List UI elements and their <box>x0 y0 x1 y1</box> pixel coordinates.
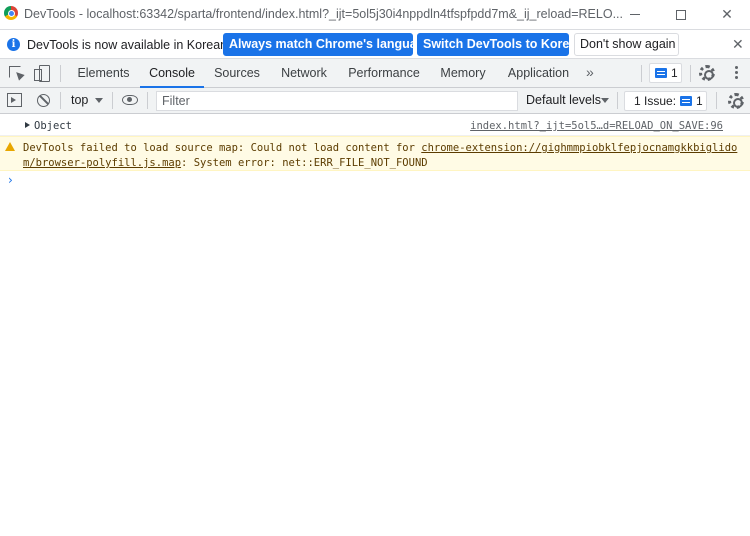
console-message-warning: DevTools failed to load source map: Coul… <box>0 136 750 171</box>
issues-count: 1 <box>671 66 678 80</box>
devtools-tab-bar: Elements Console Sources Network Perform… <box>0 59 750 88</box>
infobar-close-icon[interactable]: ✕ <box>732 36 744 53</box>
prompt-chevron-icon: › <box>8 173 13 187</box>
always-match-language-button[interactable]: Always match Chrome's language <box>223 33 431 56</box>
toolbar-divider <box>641 65 642 82</box>
info-icon: i <box>7 38 20 51</box>
chevron-down-icon <box>95 98 103 103</box>
toolbar-divider <box>617 92 618 109</box>
console-toolbar: top Default levels 1 Issue: 1 <box>0 88 750 114</box>
tab-application[interactable]: Application <box>501 59 576 88</box>
toolbar-divider <box>60 65 61 82</box>
console-message-object: Object index.html?_ijt=5ol5…d=RELOAD_ON_… <box>0 114 750 136</box>
issue-count: 1 <box>696 94 703 108</box>
tab-sources[interactable]: Sources <box>208 59 266 88</box>
warning-prefix: DevTools failed to load source map: Coul… <box>23 142 422 154</box>
title-bar: DevTools - localhost:63342/sparta/fronte… <box>0 0 750 29</box>
minimize-button[interactable] <box>612 0 658 29</box>
settings-gear-icon[interactable] <box>699 65 715 81</box>
message-icon <box>680 96 692 106</box>
minimize-icon <box>630 14 640 15</box>
chrome-logo-icon <box>4 6 18 20</box>
issues-button[interactable]: 1 Issue: 1 <box>624 91 707 111</box>
message-icon <box>655 68 667 78</box>
dont-show-again-button[interactable]: Don't show again <box>574 33 679 56</box>
tab-network[interactable]: Network <box>274 59 334 88</box>
toolbar-divider <box>690 65 691 82</box>
switch-to-korean-button[interactable]: Switch DevTools to Korean <box>417 33 584 56</box>
window-title: DevTools - localhost:63342/sparta/fronte… <box>24 7 623 21</box>
close-window-button[interactable]: ✕ <box>704 0 750 29</box>
language-infobar: i DevTools is now available in Korean! A… <box>0 29 750 59</box>
console-prompt[interactable]: › <box>0 172 750 190</box>
tab-performance[interactable]: Performance <box>343 59 425 88</box>
toolbar-divider <box>112 92 113 109</box>
tab-memory[interactable]: Memory <box>433 59 493 88</box>
context-selector[interactable]: top <box>71 93 88 107</box>
console-settings-gear-icon[interactable] <box>728 93 744 109</box>
maximize-button[interactable] <box>658 0 704 29</box>
tab-elements[interactable]: Elements <box>71 59 136 88</box>
chevron-down-icon <box>601 98 609 103</box>
eye-icon[interactable] <box>122 95 138 105</box>
issues-counter-button[interactable]: 1 <box>649 63 682 83</box>
kebab-menu-icon[interactable] <box>735 66 738 81</box>
device-toggle-icon[interactable] <box>34 65 50 82</box>
filter-input[interactable] <box>156 91 518 111</box>
issue-label: 1 Issue: <box>634 94 677 108</box>
tab-console[interactable]: Console <box>140 59 204 88</box>
more-tabs-chevron-icon[interactable]: » <box>586 64 594 80</box>
source-link[interactable]: index.html?_ijt=5ol5…d=RELOAD_ON_SAVE:96 <box>470 120 723 132</box>
infobar-message: DevTools is now available in Korean! <box>27 38 231 52</box>
toolbar-divider <box>60 92 61 109</box>
clear-console-icon[interactable] <box>37 94 50 107</box>
sidebar-toggle-icon[interactable] <box>7 93 22 107</box>
console-output: Object index.html?_ijt=5ol5…d=RELOAD_ON_… <box>0 114 750 536</box>
log-levels-dropdown[interactable]: Default levels <box>526 93 601 107</box>
object-label[interactable]: Object <box>34 120 72 132</box>
warning-text: DevTools failed to load source map: Coul… <box>23 141 738 171</box>
toolbar-divider <box>716 92 717 109</box>
maximize-icon <box>676 9 686 20</box>
warning-suffix: : System error: net::ERR_FILE_NOT_FOUND <box>181 157 428 169</box>
close-icon: ✕ <box>721 6 733 22</box>
toolbar-divider <box>147 92 148 109</box>
inspect-element-icon[interactable] <box>8 65 24 81</box>
expand-arrow-icon[interactable] <box>25 122 30 128</box>
warning-icon <box>5 142 15 151</box>
